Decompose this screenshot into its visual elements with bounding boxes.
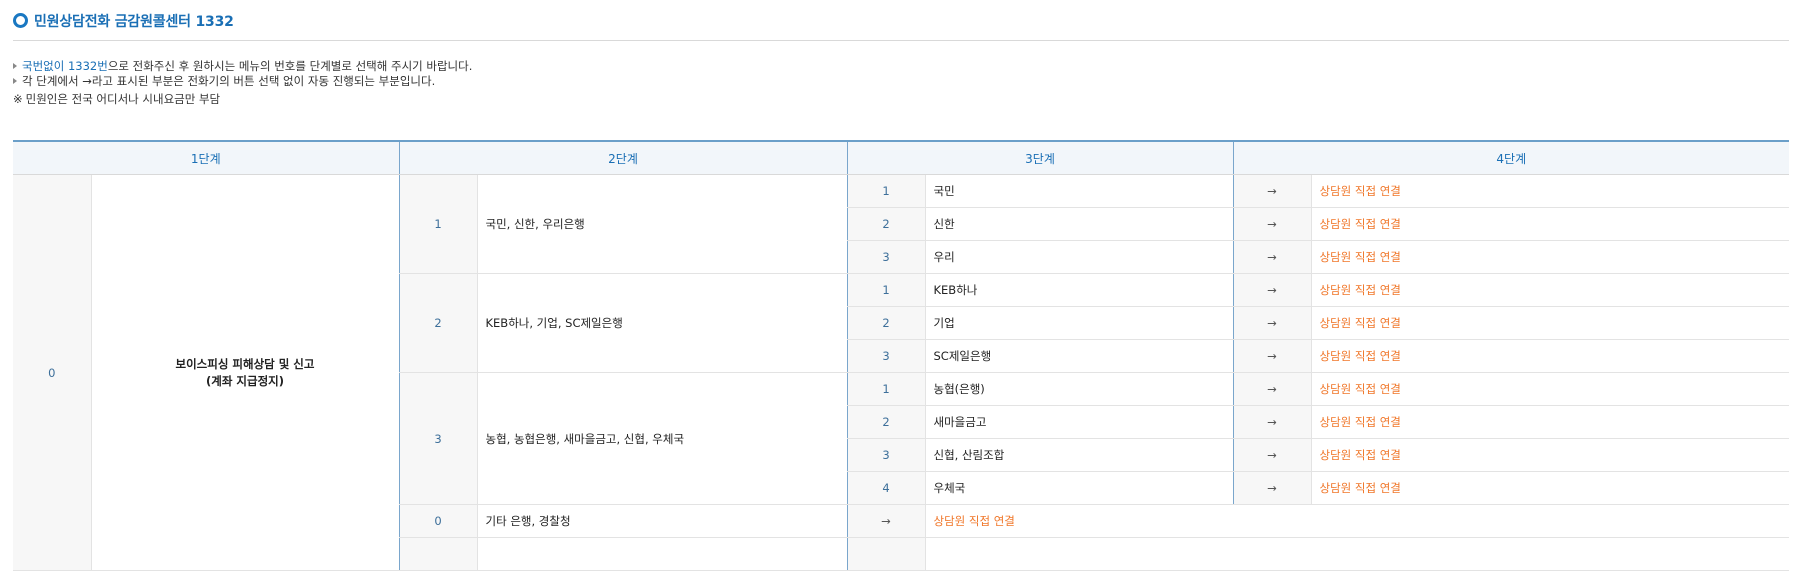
step3-number: 1 <box>846 372 925 406</box>
info-text-1: 으로 전화주신 후 원하시는 메뉴의 번호를 단계별로 선택해 주시기 바랍니다… <box>107 59 473 73</box>
arrow-icon: → <box>1232 372 1311 406</box>
connect-agent-text: 상담원 직접 연결 <box>1310 306 1789 340</box>
circle-bullet-icon <box>13 13 28 28</box>
blank-cell <box>476 537 847 571</box>
connect-agent-text: 상담원 직접 연결 <box>1310 273 1789 307</box>
connect-agent-text: 상담원 직접 연결 <box>1310 372 1789 406</box>
header-step-2: 2단계 <box>398 141 847 175</box>
connect-agent-text: 상담원 직접 연결 <box>1310 207 1789 241</box>
arrow-icon: → <box>1232 240 1311 274</box>
step2-label: KEB하나, 기업, SC제일은행 <box>476 273 847 373</box>
arrow-icon: → <box>846 504 925 538</box>
step3-label: KEB하나 <box>924 273 1233 307</box>
info-line-3: ※ 민원인은 전국 어디서나 시내요금만 부담 <box>13 91 220 107</box>
header-step-3: 3단계 <box>846 141 1233 175</box>
blank-cell <box>846 537 925 571</box>
step3-label: 국민 <box>924 174 1233 208</box>
step2-label: 기타 은행, 경찰청 <box>476 504 847 538</box>
step3-number: 3 <box>846 438 925 472</box>
step3-number: 3 <box>846 240 925 274</box>
step3-label: 우체국 <box>924 471 1233 505</box>
step3-number: 2 <box>846 405 925 439</box>
reference-mark: ※ <box>13 92 23 106</box>
arrow-icon: → <box>1232 471 1311 505</box>
info-text-2: 각 단계에서 →라고 표시된 부분은 전화기의 버튼 선택 없이 자동 진행되는… <box>22 74 436 88</box>
step1-number: 0 <box>13 174 91 571</box>
step3-number: 1 <box>846 273 925 307</box>
arrow-icon: → <box>1232 306 1311 340</box>
arrow-icon: → <box>1232 405 1311 439</box>
step2-number: 1 <box>398 174 477 274</box>
ars-menu-table: 1단계 2단계 3단계 4단계 0 보이스피싱 피해상담 및 신고 (계좌 지급… <box>13 140 1789 571</box>
step3-number: 3 <box>846 339 925 373</box>
step3-number: 2 <box>846 207 925 241</box>
connect-agent-text: 상담원 직접 연결 <box>1310 174 1789 208</box>
step2-label: 국민, 신한, 우리은행 <box>476 174 847 274</box>
connect-agent-text: 상담원 직접 연결 <box>1310 405 1789 439</box>
step3-label: 우리 <box>924 240 1233 274</box>
info-highlight: 국번없이 1332번 <box>22 59 108 73</box>
blank-cell <box>924 537 1789 571</box>
table-row: 0 보이스피싱 피해상담 및 신고 (계좌 지급정지) 1 국민, 신한, 우리… <box>13 174 1789 571</box>
step3-label: 신협, 산림조합 <box>924 438 1233 472</box>
connect-agent-text: 상담원 직접 연결 <box>1310 240 1789 274</box>
connect-agent-text: 상담원 직접 연결 <box>1310 438 1789 472</box>
info-line-1: 국번없이 1332번으로 전화주신 후 원하시는 메뉴의 번호를 단계별로 선택… <box>13 58 472 74</box>
connect-agent-text: 상담원 직접 연결 <box>1310 471 1789 505</box>
arrow-icon: → <box>1232 273 1311 307</box>
section-title: 민원상담전화 금감원콜센터 1332 <box>34 14 234 30</box>
arrow-icon: → <box>1232 339 1311 373</box>
step3-label: SC제일은행 <box>924 339 1233 373</box>
arrow-icon: → <box>1232 174 1311 208</box>
step1-label: 보이스피싱 피해상담 및 신고 (계좌 지급정지) <box>90 174 399 571</box>
step3-number: 1 <box>846 174 925 208</box>
triangle-bullet-icon <box>13 63 17 69</box>
connect-agent-text: 상담원 직접 연결 <box>1310 339 1789 373</box>
step3-label: 기업 <box>924 306 1233 340</box>
step2-number: 3 <box>398 372 477 505</box>
step1-label-line2: (계좌 지급정지) <box>206 373 284 388</box>
step3-label: 신한 <box>924 207 1233 241</box>
connect-agent-text: 상담원 직접 연결 <box>924 504 1789 538</box>
info-text-3: 민원인은 전국 어디서나 시내요금만 부담 <box>25 92 221 106</box>
step1-label-line1: 보이스피싱 피해상담 및 신고 <box>175 356 315 371</box>
step3-number: 4 <box>846 471 925 505</box>
triangle-bullet-icon <box>13 78 17 84</box>
arrow-icon: → <box>1232 207 1311 241</box>
section-title-bar: 민원상담전화 금감원콜센터 1332 <box>13 10 1789 41</box>
step2-number: 0 <box>398 504 477 538</box>
step2-number: 2 <box>398 273 477 373</box>
info-line-2: 각 단계에서 →라고 표시된 부분은 전화기의 버튼 선택 없이 자동 진행되는… <box>13 73 435 89</box>
step2-label: 농협, 농협은행, 새마을금고, 신협, 우체국 <box>476 372 847 505</box>
arrow-icon: → <box>1232 438 1311 472</box>
header-step-1: 1단계 <box>13 141 399 175</box>
step3-label: 새마을금고 <box>924 405 1233 439</box>
step3-number: 2 <box>846 306 925 340</box>
table-header-row: 1단계 2단계 3단계 4단계 <box>13 141 1789 175</box>
step3-label: 농협(은행) <box>924 372 1233 406</box>
blank-cell <box>398 537 477 571</box>
header-step-4: 4단계 <box>1232 141 1789 175</box>
